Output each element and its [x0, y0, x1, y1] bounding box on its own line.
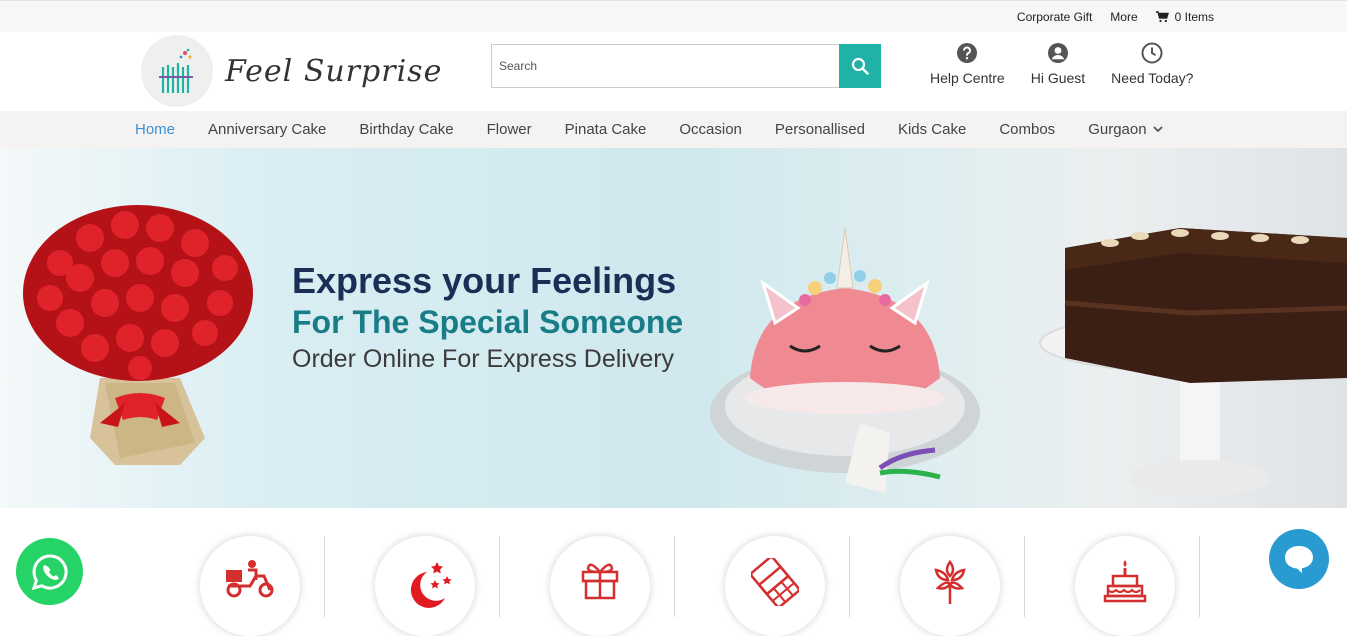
- guest-label: Hi Guest: [1030, 70, 1086, 86]
- feature-divider: [674, 536, 675, 617]
- user-circle-icon: [1047, 43, 1068, 63]
- search-bar: [491, 44, 881, 88]
- feature-gifts[interactable]: [550, 536, 650, 636]
- feature-cakes[interactable]: [1075, 536, 1175, 636]
- need-today-link[interactable]: Need Today?: [1111, 42, 1193, 86]
- guest-account-link[interactable]: Hi Guest: [1031, 42, 1085, 86]
- nav-item-flower[interactable]: Flower: [487, 121, 532, 138]
- banner-headline: Express your Feelings For The Special So…: [292, 260, 683, 374]
- gift-box-icon: [581, 563, 619, 600]
- gift-bars-logo-icon: [159, 48, 193, 93]
- feature-delivery[interactable]: [200, 536, 300, 636]
- cart-count: 0 Items: [1174, 10, 1214, 24]
- nav-item-combos[interactable]: Combos: [999, 121, 1055, 138]
- banner-line-1: Express your Feelings: [292, 260, 677, 301]
- rose-bouquet-image: [23, 205, 253, 465]
- unicorn-pinata-cake-image: [710, 228, 980, 493]
- nav-item-pinata-cake[interactable]: Pinata Cake: [565, 121, 647, 138]
- live-chat-button[interactable]: [1269, 529, 1329, 589]
- nav-item-personallised[interactable]: Personallised: [775, 121, 865, 138]
- search-icon: [851, 57, 869, 75]
- nav-item-birthday-cake[interactable]: Birthday Cake: [359, 121, 453, 138]
- feature-chocolates[interactable]: [725, 536, 825, 636]
- feature-divider: [324, 536, 325, 617]
- feature-midnight[interactable]: [375, 536, 475, 636]
- site-logo[interactable]: Feel Surprise: [141, 35, 442, 107]
- city-label: Gurgaon: [1088, 121, 1147, 138]
- cart-icon: [1155, 11, 1169, 23]
- feature-divider: [849, 536, 850, 617]
- site-header: Feel Surprise Help Centre Hi Guest Need …: [0, 32, 1347, 111]
- feature-divider: [499, 536, 500, 617]
- logo-mark: [141, 35, 213, 107]
- chevron-down-icon: [1152, 126, 1163, 133]
- top-links: Corporate Gift More 0 Items: [1017, 10, 1214, 24]
- chocolate-cake-image: [1039, 228, 1347, 496]
- help-centre-link[interactable]: Help Centre: [930, 42, 1005, 86]
- feature-divider: [1199, 536, 1200, 617]
- clock-icon: [1141, 42, 1163, 64]
- midnight-moon-icon: [410, 562, 452, 608]
- header-actions: Help Centre Hi Guest Need Today?: [930, 42, 1219, 86]
- more-link[interactable]: More: [1110, 10, 1137, 24]
- birthday-cake-icon: [1103, 560, 1147, 603]
- nav-list: Home Anniversary Cake Birthday Cake Flow…: [135, 111, 1196, 148]
- chocolate-bar-icon: [751, 558, 799, 606]
- nav-item-anniversary-cake[interactable]: Anniversary Cake: [208, 121, 326, 138]
- question-circle-icon: [957, 43, 978, 63]
- chat-bubble-icon: [1285, 546, 1313, 573]
- flower-icon: [934, 559, 966, 604]
- help-centre-label: Help Centre: [930, 70, 1005, 86]
- need-today-label: Need Today?: [1111, 70, 1194, 86]
- banner-line-2: For The Special Someone: [292, 304, 684, 340]
- search-button[interactable]: [839, 44, 881, 88]
- whatsapp-icon: [31, 553, 68, 590]
- banner-line-3: Order Online For Express Delivery: [292, 345, 675, 373]
- cart-link[interactable]: 0 Items: [1155, 10, 1214, 24]
- feature-divider: [1024, 536, 1025, 617]
- search-input[interactable]: [491, 44, 839, 88]
- logo-text: Feel Surprise: [225, 53, 443, 89]
- hero-banner[interactable]: Express your Feelings For The Special So…: [0, 148, 1347, 508]
- top-utility-bar: Corporate Gift More 0 Items: [0, 0, 1347, 32]
- corporate-gift-link[interactable]: Corporate Gift: [1017, 10, 1092, 24]
- feature-strip: [0, 508, 1347, 636]
- nav-item-kids-cake[interactable]: Kids Cake: [898, 121, 966, 138]
- nav-item-home[interactable]: Home: [135, 121, 175, 138]
- delivery-scooter-icon: [226, 560, 274, 598]
- whatsapp-button[interactable]: [16, 538, 83, 605]
- nav-item-city-dropdown[interactable]: Gurgaon: [1088, 121, 1163, 138]
- feature-flowers[interactable]: [900, 536, 1000, 636]
- nav-item-occasion[interactable]: Occasion: [679, 121, 742, 138]
- main-nav: Home Anniversary Cake Birthday Cake Flow…: [0, 111, 1347, 148]
